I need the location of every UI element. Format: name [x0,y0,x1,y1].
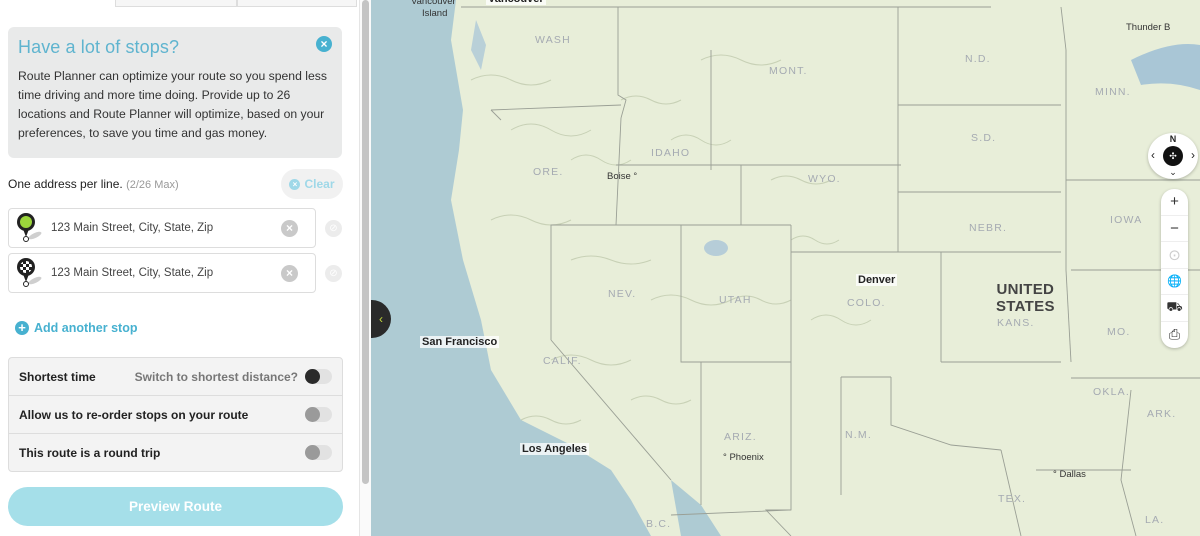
state-label-wyo: WYO. [808,173,841,185]
shortest-distance-toggle[interactable] [305,369,332,384]
scrollbar-thumb[interactable] [362,0,369,484]
option-reorder-stops: Allow us to re-order stops on your route [9,396,342,434]
city-label-thunder-bay: Thunder B [1126,22,1171,33]
state-label-wash: WASH [535,34,571,46]
finish-pin-icon [15,256,43,290]
state-label-iowa: IOWA [1110,214,1143,226]
start-address-input[interactable] [51,222,281,234]
clear-button[interactable]: × Clear [281,169,343,199]
state-label-idaho: IDAHO [651,147,691,159]
city-label-phoenix: ° Phoenix [723,452,764,463]
state-label-nd: N.D. [965,53,991,65]
rotate-right-icon[interactable]: › [1191,148,1195,162]
state-label-sd: S.D. [971,132,997,144]
zoom-out-icon[interactable]: − [1161,216,1188,242]
state-label-nev: NEV. [608,288,637,300]
option-hint: Switch to shortest distance? [134,369,298,384]
start-pin-icon [15,211,43,245]
state-label-la: LA. [1145,514,1165,526]
state-label-bc: B.C. [646,518,672,530]
option-round-trip: This route is a round trip [9,434,342,472]
tab-2[interactable] [237,0,357,7]
option-shortest-time: Shortest time Switch to shortest distanc… [9,358,342,396]
route-planner-sidebar: Have a lot of stops? × Route Planner can… [0,0,359,536]
state-label-ariz: ARIZ. [724,431,757,443]
print-icon[interactable]: ⎙ [1161,322,1188,349]
clear-icon: × [289,178,301,190]
tab-1[interactable] [115,0,237,7]
tilt-down-icon[interactable]: ⌄ [1148,167,1198,178]
traffic-car-icon[interactable]: ⛟ [1161,295,1188,322]
city-label-san-francisco: San Francisco [420,336,500,348]
country-label-united-states: UNITED STATES [996,281,1055,315]
north-label: N [1169,134,1177,144]
app-root: Have a lot of stops? × Route Planner can… [0,0,1200,536]
clear-label: Clear [304,177,335,191]
city-label-vancouver: Vancouver [486,0,546,5]
sidebar-tabs [115,0,357,7]
clear-stop-icon[interactable]: × [281,264,298,282]
info-card-body: Route Planner can optimize your route so… [18,69,327,140]
state-label-mont: MONT. [769,65,808,77]
state-label-nm: N.M. [845,429,872,441]
option-label: This route is a round trip [19,446,161,460]
clear-stop-icon[interactable]: × [281,219,298,237]
route-options: Shortest time Switch to shortest distanc… [8,357,343,472]
link-icon[interactable]: ⊘ [325,265,342,282]
state-label-tex: TEX. [998,493,1027,505]
address-count: (2/26 Max) [126,179,179,191]
end-address-input[interactable] [51,267,281,279]
reset-view-icon[interactable]: ✣ [1163,146,1183,166]
city-label-los-angeles: Los Angeles [520,443,589,455]
puget-sound [471,20,486,70]
label-vancouver-island: Vancouver [411,0,456,7]
add-stop-label: Add another stop [34,321,138,335]
state-label-minn: MINN. [1095,86,1131,98]
plus-circle-icon: + [15,321,29,335]
rotate-left-icon[interactable]: ‹ [1151,148,1155,162]
info-card-title: Have a lot of stops? [18,37,180,57]
state-label-mo: MO. [1107,326,1131,338]
option-label: Allow us to re-order stops on your route [19,407,249,422]
city-label-denver: Denver [856,274,898,286]
link-icon[interactable]: ⊘ [325,220,342,237]
lake-superior [1131,44,1200,90]
round-trip-toggle[interactable] [305,445,332,460]
state-label-ore: ORE. [533,166,564,178]
compass-control: N ‹ ✣ › ⌄ [1148,133,1198,179]
address-label: One address per line. [8,177,123,191]
map-controls: + − ⊙ 🌐 ⛟ ⎙ [1161,189,1188,348]
add-stop-button[interactable]: + Add another stop [15,321,137,335]
state-label-utah: UTAH [719,294,752,306]
close-icon[interactable]: × [316,36,332,52]
locate-icon[interactable]: ⊙ [1161,242,1188,269]
zoom-in-icon[interactable]: + [1161,189,1188,216]
city-label-boise: Boise ° [607,171,638,182]
state-label-kans: KANS. [997,317,1035,329]
map-view[interactable]: Vancouver Island Vancouver Thunder B WAS… [371,0,1200,536]
city-label-dallas: ° Dallas [1053,469,1086,480]
state-label-calif: CALIF. [543,355,582,367]
great-salt-lake [704,240,728,256]
stop-row-end: × [8,253,316,293]
sidebar-scrollbar[interactable] [359,0,371,536]
gulf-of-california [671,480,721,536]
state-label-okla: OKLA. [1093,386,1130,398]
reorder-stops-toggle[interactable] [305,407,332,422]
label-vancouver-island-2: Island [422,8,448,19]
preview-route-button[interactable]: Preview Route [8,487,343,526]
stop-row-start: × [8,208,316,248]
map-basemap [371,0,1200,536]
state-label-ark: ARK. [1147,408,1177,420]
address-instructions: One address per line. (2/26 Max) [8,177,179,191]
state-label-nebr: NEBR. [969,222,1008,234]
option-label: Shortest time [19,369,96,384]
info-card: Have a lot of stops? × Route Planner can… [8,27,342,158]
globe-icon[interactable]: 🌐 [1161,269,1188,295]
state-label-colo: COLO. [847,297,886,309]
terrain-relief [470,54,872,425]
